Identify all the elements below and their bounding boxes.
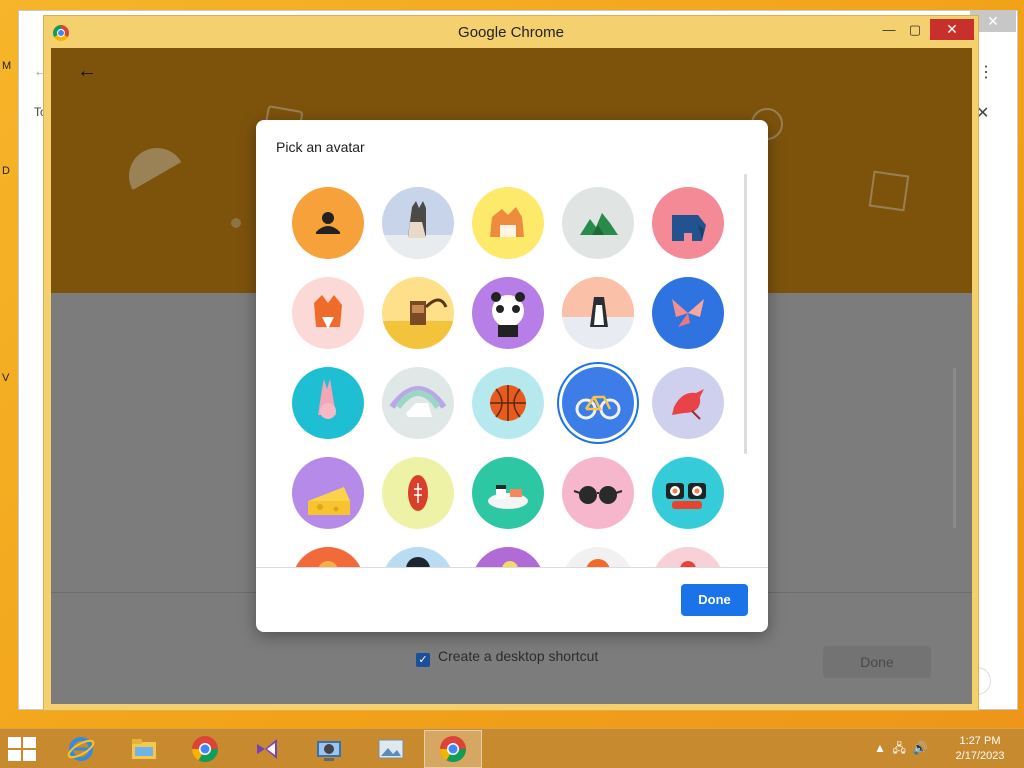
taskbar-control-panel[interactable] <box>300 730 358 768</box>
sushi-rolls-icon <box>666 483 706 509</box>
pick-avatar-dialog: Pick an avatar Done <box>256 120 768 632</box>
dragon-icon <box>580 213 618 235</box>
cheese-avatar[interactable] <box>292 457 364 529</box>
image-viewer-icon <box>378 739 404 759</box>
monkey-icon <box>382 298 454 349</box>
corgi-avatar[interactable] <box>472 187 544 259</box>
avatar-23-icon <box>502 561 518 567</box>
back-arrow-icon[interactable]: ← <box>77 60 97 83</box>
clock[interactable]: 1:27 PM 2/17/2023 <box>944 734 1016 764</box>
desktop-icon-label[interactable]: V <box>2 372 9 384</box>
unicorn-icon <box>389 386 447 417</box>
shortcut-label: Create a desktop shortcut <box>438 648 599 664</box>
done-button[interactable]: Done <box>681 584 748 616</box>
penguin-avatar[interactable] <box>562 277 634 349</box>
bird-icon <box>672 389 704 420</box>
internet-explorer-icon <box>67 737 95 761</box>
decoration-half-circle <box>118 137 196 215</box>
avatar-21-icon <box>318 561 338 567</box>
dialog-scrollbar[interactable] <box>744 174 747 454</box>
avatar-23-avatar[interactable] <box>472 547 544 567</box>
fox-icon <box>314 295 342 329</box>
unicorn-avatar[interactable] <box>382 367 454 439</box>
checkbox-checked-icon[interactable]: ✓ <box>416 653 430 667</box>
page-done-button[interactable]: Done <box>823 646 931 678</box>
sushi-plate-avatar[interactable] <box>472 457 544 529</box>
avatar-24-icon <box>586 559 610 567</box>
taskbar-file-explorer[interactable] <box>115 730 173 768</box>
butterfly-avatar[interactable] <box>652 277 724 349</box>
penguin-icon <box>562 277 634 349</box>
sunglasses-avatar[interactable] <box>562 457 634 529</box>
rabbit-avatar[interactable] <box>292 367 364 439</box>
rabbit-icon <box>318 379 336 419</box>
decoration-square <box>868 170 910 212</box>
butterfly-icon <box>672 299 704 327</box>
taskbar: ▲ 🖧 🔊 1:27 PM 2/17/2023 <box>0 728 1024 768</box>
window-title: Google Chrome <box>458 24 564 41</box>
title-bar[interactable]: Google Chrome — ▢ ✕ <box>44 16 978 48</box>
chrome-icon <box>191 736 219 763</box>
desktop-icon-label[interactable]: M <box>2 60 11 72</box>
taskbar-visual-studio[interactable] <box>238 730 296 768</box>
sushi-plate-icon <box>488 485 528 509</box>
avatar-22-avatar[interactable] <box>382 547 454 567</box>
bicycle-icon <box>575 395 621 420</box>
cat-icon <box>382 201 454 259</box>
panda-avatar[interactable] <box>472 277 544 349</box>
file-explorer-icon <box>132 739 156 759</box>
corgi-icon <box>490 207 524 237</box>
desktop-icon-label[interactable]: D <box>2 165 10 177</box>
generic-person-icon <box>316 212 340 234</box>
decoration-dot <box>231 218 241 228</box>
basketball-avatar[interactable] <box>472 367 544 439</box>
clock-time: 1:27 PM <box>959 735 1001 747</box>
avatar-scroll-area[interactable] <box>256 172 768 567</box>
chrome-active-icon <box>439 736 467 763</box>
bicycle-avatar[interactable] <box>562 367 634 439</box>
control-panel-icon <box>317 741 341 761</box>
clock-date: 2/17/2023 <box>955 750 1005 762</box>
dialog-title: Pick an avatar <box>276 139 365 155</box>
football-avatar[interactable] <box>382 457 454 529</box>
elephant-avatar[interactable] <box>652 187 724 259</box>
desktop-shortcut-checkbox[interactable]: ✓ Create a desktop shortcut <box>416 648 598 667</box>
sunglasses-icon <box>573 486 623 504</box>
avatar-24-avatar[interactable] <box>562 547 634 567</box>
close-button[interactable]: ✕ <box>930 19 974 40</box>
avatar-22-icon <box>406 557 430 567</box>
taskbar-chrome[interactable] <box>176 730 234 768</box>
visual-studio-icon <box>257 739 277 759</box>
taskbar-internet-explorer[interactable] <box>52 730 110 768</box>
page-scrollbar[interactable] <box>953 368 956 528</box>
sushi-rolls-avatar[interactable] <box>652 457 724 529</box>
cheese-icon <box>308 487 350 515</box>
dragon-avatar[interactable] <box>562 187 634 259</box>
system-tray[interactable]: ▲ 🖧 🔊 <box>874 739 928 760</box>
football-icon <box>408 475 428 511</box>
dialog-divider <box>256 567 768 568</box>
taskbar-image-viewer[interactable] <box>362 730 420 768</box>
bird-avatar[interactable] <box>652 367 724 439</box>
basketball-icon <box>490 385 526 421</box>
elephant-icon <box>672 215 706 241</box>
menu-dots-icon[interactable]: ⋮ <box>978 62 994 82</box>
avatar-25-avatar[interactable] <box>652 547 724 567</box>
avatar-25-icon <box>680 561 696 567</box>
avatar-21-avatar[interactable] <box>292 547 364 567</box>
maximize-button[interactable]: ▢ <box>900 19 930 41</box>
start-button[interactable] <box>8 737 38 761</box>
monkey-avatar[interactable] <box>382 277 454 349</box>
generic-person-avatar[interactable] <box>292 187 364 259</box>
taskbar-chrome-active[interactable] <box>424 730 482 768</box>
fox-avatar[interactable] <box>292 277 364 349</box>
cat-avatar[interactable] <box>382 187 454 259</box>
panda-icon <box>491 292 525 337</box>
